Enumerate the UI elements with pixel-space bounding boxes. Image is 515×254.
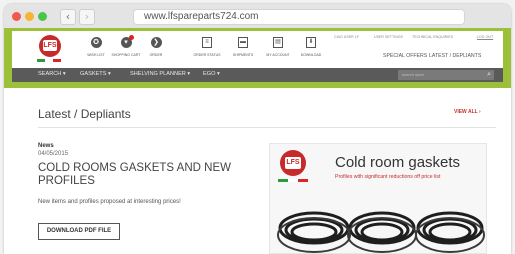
- back-button[interactable]: ‹: [60, 9, 76, 25]
- account-icon: ▤: [273, 37, 283, 48]
- section-title: Latest / Depliants: [38, 107, 131, 121]
- order-link[interactable]: ❯ ORDER: [136, 37, 176, 57]
- shipments-label: SHIPMENTS: [232, 53, 254, 57]
- star-icon: ✪: [90, 37, 102, 48]
- technical-enquiries-link[interactable]: TECHNICAL ENQUIRIES: [412, 35, 453, 39]
- url-text: www.lfspareparts724.com: [144, 11, 259, 22]
- menu-item-search[interactable]: SEARCH ▾: [38, 71, 66, 77]
- menu-item-shelving-planner[interactable]: SHELVING PLANNER ▾: [130, 71, 190, 77]
- search-icon[interactable]: ⌕: [487, 71, 491, 79]
- promo-title: Cold room gaskets: [335, 154, 461, 171]
- promo-logo: LFS: [280, 150, 306, 176]
- shipments-link[interactable]: ▬ SHIPMENTS: [223, 37, 263, 57]
- flag-stripe-red: [53, 59, 61, 62]
- site-header: LFS ✪ WISH LIST ▾ SHOPPING CART ❯ ORDER: [12, 31, 503, 68]
- promo-banner[interactable]: LFS Cold room gaskets Profiles with sign…: [269, 143, 487, 254]
- minimize-window-button[interactable]: [25, 12, 34, 21]
- maximize-window-button[interactable]: [38, 12, 47, 21]
- article-excerpt: New items and profiles proposed at inter…: [38, 199, 181, 205]
- download-pdf-button[interactable]: DOWNLOAD PDF FILE: [38, 223, 120, 240]
- search-placeholder: search store: [402, 72, 425, 77]
- address-bar[interactable]: www.lfspareparts724.com: [133, 9, 465, 25]
- order-icon: ❯: [150, 37, 162, 48]
- article-category: News: [38, 143, 54, 149]
- order-label: ORDER: [149, 53, 163, 57]
- view-all-link[interactable]: VIEW ALL ›: [454, 109, 481, 115]
- article-date: 04/05/2015: [38, 151, 69, 157]
- main-menu: SEARCH ▾ GASKETS ▾ SHELVING PLANNER ▾ EG…: [12, 68, 503, 82]
- section-divider: [38, 127, 496, 128]
- latest-depliants-link[interactable]: LATEST / DEPLIANTS: [429, 53, 481, 59]
- cart-count-badge: [129, 35, 134, 40]
- browser-window: ‹ › www.lfspareparts724.com LFS ✪ WISH L…: [4, 4, 511, 254]
- forward-button[interactable]: ›: [79, 9, 95, 25]
- article-title[interactable]: COLD ROOMS GASKETS AND NEW PROFILES: [38, 162, 243, 188]
- order-status-link[interactable]: ≡ ORDER STATUS: [187, 37, 227, 57]
- download-label: DOWNLOAD: [300, 53, 322, 57]
- logo-text: LFS: [43, 40, 57, 51]
- page-content: Latest / Depliants VIEW ALL › News 04/05…: [4, 88, 511, 254]
- site-logo[interactable]: LFS: [39, 35, 61, 57]
- download-icon: ⬇: [306, 37, 316, 48]
- gasket-rolls-image: [277, 211, 485, 253]
- browser-titlebar: ‹ › www.lfspareparts724.com: [4, 4, 511, 29]
- special-offers-link[interactable]: SPECIAL OFFERS: [383, 53, 427, 59]
- menu-item-gaskets[interactable]: GASKETS ▾: [80, 71, 111, 77]
- close-window-button[interactable]: [12, 12, 21, 21]
- promo-subtitle: Profiles with significant reductions off…: [335, 174, 441, 180]
- promo-italian-flag: [278, 179, 308, 182]
- user-greeting: CIAO USER LF: [334, 35, 359, 39]
- clipboard-icon: ≡: [202, 37, 212, 48]
- promo-logo-text: LFS: [285, 157, 301, 169]
- search-input[interactable]: search store ⌕: [398, 70, 494, 80]
- menu-item-ego[interactable]: EGO ▾: [203, 71, 220, 77]
- flag-stripe-green: [278, 179, 288, 182]
- flag-stripe-white: [288, 179, 298, 182]
- logout-link[interactable]: LOG OUT: [477, 35, 493, 39]
- download-link[interactable]: ⬇ DOWNLOAD: [291, 37, 331, 57]
- flag-stripe-red: [298, 179, 308, 182]
- flag-stripe-green: [37, 59, 45, 62]
- order-status-label: ORDER STATUS: [193, 53, 221, 57]
- italian-flag: [37, 59, 61, 62]
- user-settings-link[interactable]: USER SETTINGS: [374, 35, 403, 39]
- flag-stripe-white: [45, 59, 53, 62]
- site-header-frame: LFS ✪ WISH LIST ▾ SHOPPING CART ❯ ORDER: [4, 28, 511, 88]
- truck-icon: ▬: [238, 37, 248, 48]
